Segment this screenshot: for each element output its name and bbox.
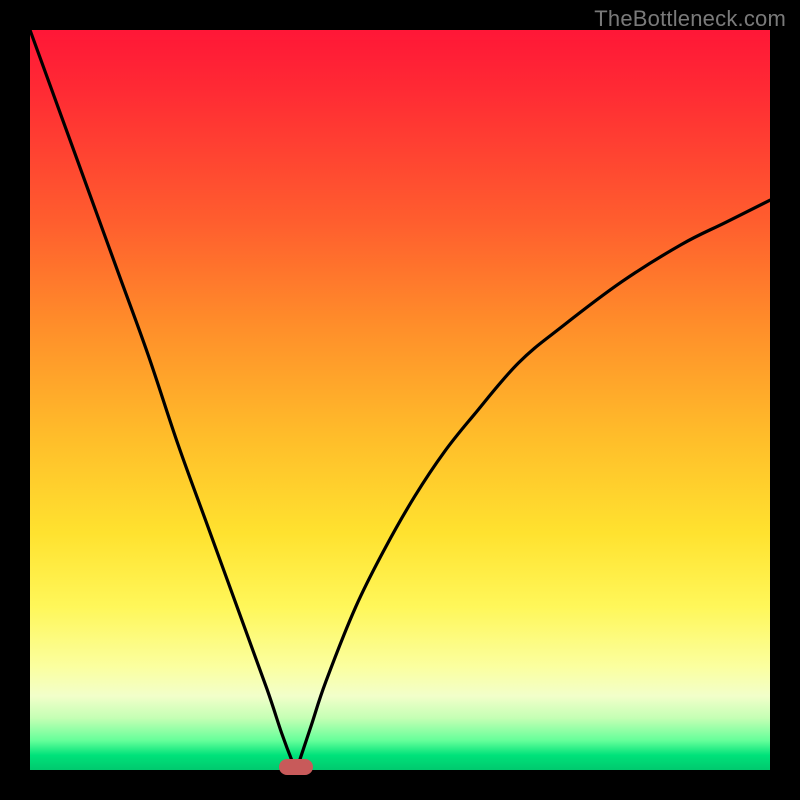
plot-frame xyxy=(30,30,770,770)
watermark-text: TheBottleneck.com xyxy=(594,6,786,32)
curve-right-branch xyxy=(296,200,770,770)
curve-left-branch xyxy=(30,30,296,770)
optimal-point-marker xyxy=(279,759,313,775)
bottleneck-curve xyxy=(30,30,770,770)
